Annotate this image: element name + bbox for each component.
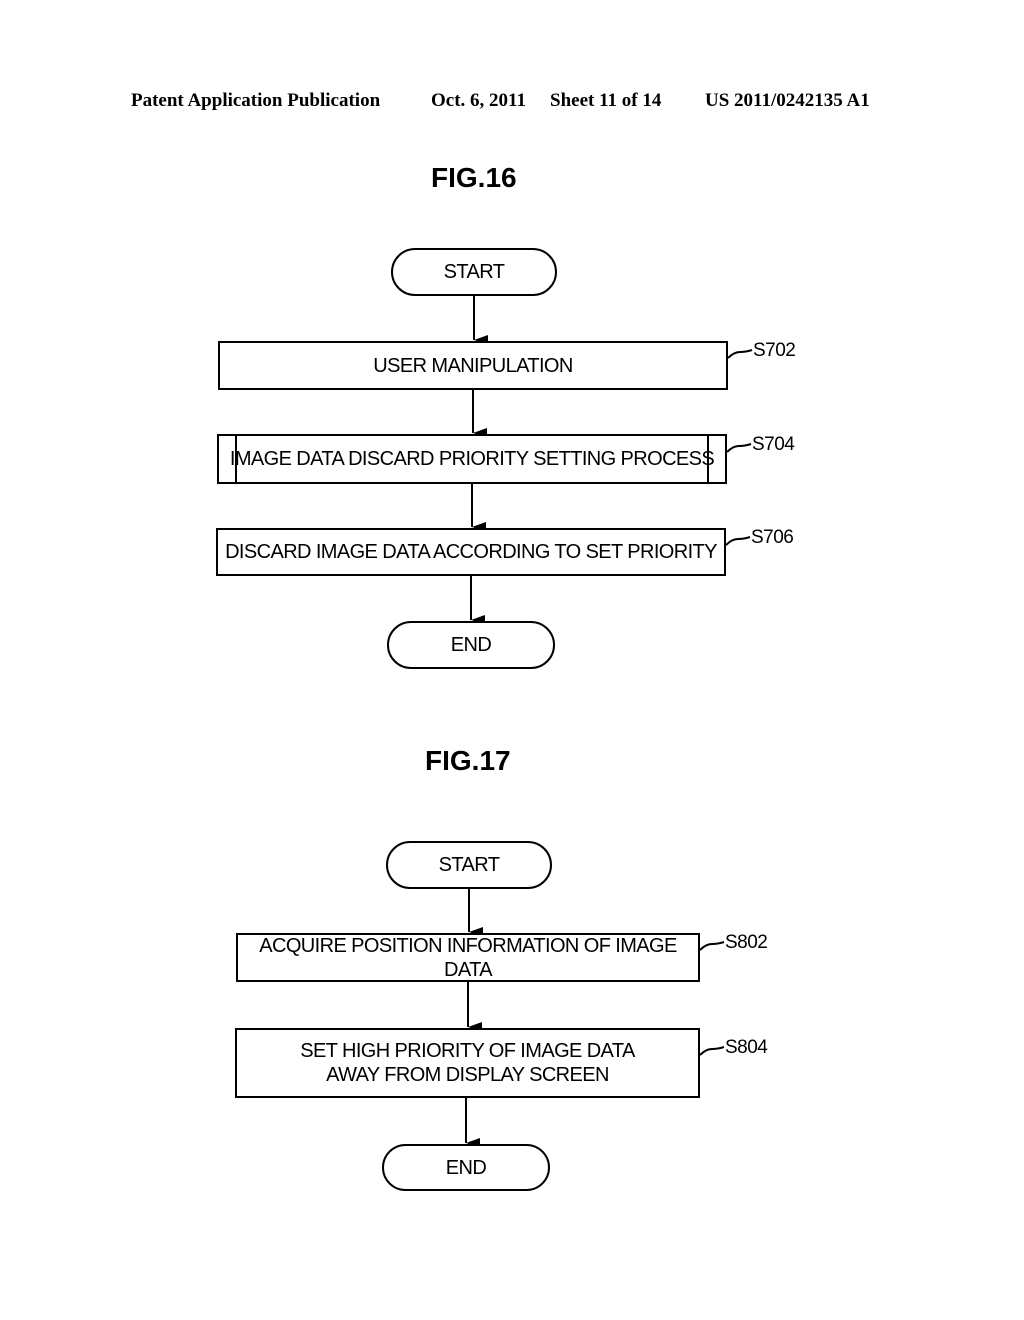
fig16-title: FIG.16 [431, 162, 517, 193]
fig17-step-s802: ACQUIRE POSITION INFORMATION OF IMAGE DA… [236, 933, 700, 982]
fig17-start-terminal: START [386, 841, 552, 889]
step-label-s804: S804 [725, 1037, 768, 1058]
fig16-start-terminal: START [391, 248, 557, 296]
fig17-step-s804: SET HIGH PRIORITY OF IMAGE DATA AWAY FRO… [235, 1028, 700, 1098]
fig16-end-terminal: END [387, 621, 555, 669]
fig16-step-s704-subprocess: IMAGE DATA DISCARD PRIORITY SETTING PROC… [217, 434, 727, 484]
leader-line [726, 443, 752, 453]
fig16-step-s706: DISCARD IMAGE DATA ACCORDING TO SET PRIO… [216, 528, 726, 576]
leader-line [725, 536, 751, 546]
leader-line [699, 1046, 725, 1056]
fig17-end-terminal: END [382, 1144, 550, 1191]
step-label-s706: S706 [751, 527, 794, 548]
fig17-title: FIG.17 [425, 745, 511, 776]
step-label-s704: S704 [752, 434, 795, 455]
step-label-s802: S802 [725, 932, 768, 953]
leader-line [727, 349, 753, 359]
fig16-step-s702: USER MANIPULATION [218, 341, 728, 390]
step-label-s702: S702 [753, 340, 796, 361]
leader-line [699, 941, 725, 951]
